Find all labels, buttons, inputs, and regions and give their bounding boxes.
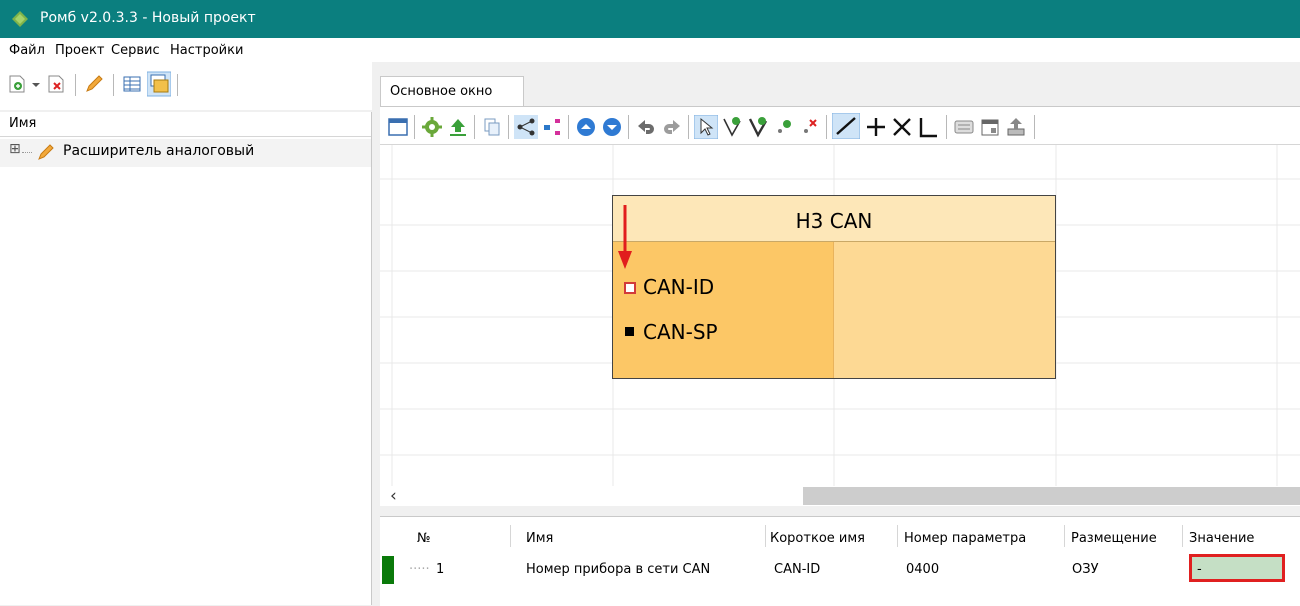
pencil-icon bbox=[38, 144, 54, 160]
tree-header-label: Имя bbox=[9, 116, 37, 131]
line-icon[interactable] bbox=[832, 113, 860, 139]
tree-item-label: Расширитель аналоговый bbox=[63, 143, 255, 159]
port-label-can-id: CAN-ID bbox=[643, 275, 715, 299]
main-area: Основное окно Н3 CAN CAN-ID CAN-SP ‹ № И… bbox=[372, 62, 1300, 606]
title-bar: Ромб v2.0.3.3 - Новый проект bbox=[0, 0, 1300, 38]
menu-settings[interactable]: Настройки bbox=[170, 43, 243, 58]
project-tree-panel: Имя ⊞ Расширитель аналоговый bbox=[0, 112, 372, 605]
row-number: 1 bbox=[436, 562, 445, 577]
scrollbar-thumb[interactable] bbox=[803, 487, 1300, 505]
redo-icon[interactable] bbox=[660, 115, 684, 139]
row-tree-lines: ····· bbox=[409, 562, 430, 577]
branch-icon[interactable] bbox=[540, 115, 564, 139]
block-inputs-area bbox=[613, 242, 833, 378]
row-status-indicator bbox=[382, 556, 394, 584]
add-page-icon[interactable] bbox=[6, 71, 28, 97]
cross-icon[interactable] bbox=[890, 115, 914, 139]
menu-file[interactable]: Файл bbox=[9, 43, 45, 58]
left-toolbar bbox=[0, 62, 372, 110]
expand-icon[interactable]: ⊞ bbox=[9, 141, 21, 157]
row-placement: ОЗУ bbox=[1072, 562, 1099, 577]
block-header: Н3 CAN bbox=[613, 196, 1055, 242]
tree-header: Имя bbox=[0, 112, 371, 137]
add-point-icon[interactable] bbox=[772, 115, 796, 139]
row-name: Номер прибора в сети CAN bbox=[526, 562, 711, 577]
block-title: Н3 CAN bbox=[795, 209, 873, 233]
delete-page-icon[interactable] bbox=[45, 71, 67, 97]
diagram-canvas[interactable]: Н3 CAN CAN-ID CAN-SP bbox=[380, 144, 1300, 487]
undo-icon[interactable] bbox=[634, 115, 658, 139]
diagram-toolbar bbox=[380, 106, 1300, 145]
tree-icon[interactable] bbox=[514, 115, 538, 139]
tab-label: Основное окно bbox=[390, 84, 493, 99]
scroll-left-arrow[interactable]: ‹ bbox=[390, 486, 397, 506]
pencil-icon[interactable] bbox=[83, 71, 105, 97]
menu-service[interactable]: Сервис bbox=[111, 43, 160, 58]
tree-item[interactable]: ⊞ Расширитель аналоговый bbox=[0, 139, 371, 167]
delete-point-icon[interactable] bbox=[798, 115, 822, 139]
calendar-icon[interactable] bbox=[978, 115, 1002, 139]
col-header-number[interactable]: № bbox=[417, 531, 431, 546]
window-icon[interactable] bbox=[386, 115, 410, 139]
table-icon[interactable] bbox=[121, 71, 143, 97]
table-row[interactable]: ····· 1 Номер прибора в сети CAN CAN-ID … bbox=[380, 554, 1300, 584]
gear-icon[interactable] bbox=[420, 115, 444, 139]
up-circle-icon[interactable] bbox=[574, 115, 598, 139]
tab-main-window[interactable]: Основное окно bbox=[380, 76, 524, 107]
port-marker-hollow[interactable] bbox=[624, 282, 636, 294]
move-node-icon[interactable] bbox=[746, 115, 770, 139]
window-title: Ромб v2.0.3.3 - Новый проект bbox=[40, 10, 256, 26]
down-circle-icon[interactable] bbox=[600, 115, 624, 139]
col-header-short-name[interactable]: Короткое имя bbox=[770, 531, 865, 546]
col-header-placement[interactable]: Размещение bbox=[1071, 531, 1157, 546]
menu-bar: Файл Проект Сервис Настройки bbox=[0, 38, 1300, 62]
col-header-value[interactable]: Значение bbox=[1189, 531, 1254, 546]
row-param-number: 0400 bbox=[906, 562, 940, 577]
menu-project[interactable]: Проект bbox=[55, 43, 104, 58]
plus-icon[interactable] bbox=[864, 115, 888, 139]
export-icon[interactable] bbox=[1004, 115, 1028, 139]
rhombus-logo-icon bbox=[12, 11, 28, 27]
annotation-arrow bbox=[618, 205, 632, 269]
upload-icon[interactable] bbox=[446, 115, 470, 139]
row-short-name: CAN-ID bbox=[774, 562, 821, 577]
tree-line bbox=[22, 152, 32, 154]
add-node-icon[interactable] bbox=[720, 115, 744, 139]
row-value: - bbox=[1197, 562, 1202, 577]
col-header-param-number[interactable]: Номер параметра bbox=[904, 531, 1026, 546]
port-marker-filled[interactable] bbox=[625, 327, 634, 336]
col-header-name[interactable]: Имя bbox=[526, 531, 553, 546]
parameters-table: № Имя Короткое имя Номер параметра Разме… bbox=[380, 516, 1300, 606]
windows-icon[interactable] bbox=[147, 71, 171, 97]
dropdown-arrow-icon[interactable] bbox=[30, 71, 42, 97]
copy-icon[interactable] bbox=[480, 115, 504, 139]
keyboard-icon[interactable] bbox=[952, 115, 976, 139]
row-value-cell[interactable]: - bbox=[1189, 554, 1285, 582]
port-label-can-sp: CAN-SP bbox=[643, 320, 718, 344]
horizontal-scrollbar[interactable]: ‹ bbox=[380, 486, 1300, 506]
cursor-icon[interactable] bbox=[694, 115, 718, 139]
angle-icon[interactable] bbox=[916, 115, 940, 139]
function-block[interactable]: Н3 CAN CAN-ID CAN-SP bbox=[612, 195, 1056, 379]
